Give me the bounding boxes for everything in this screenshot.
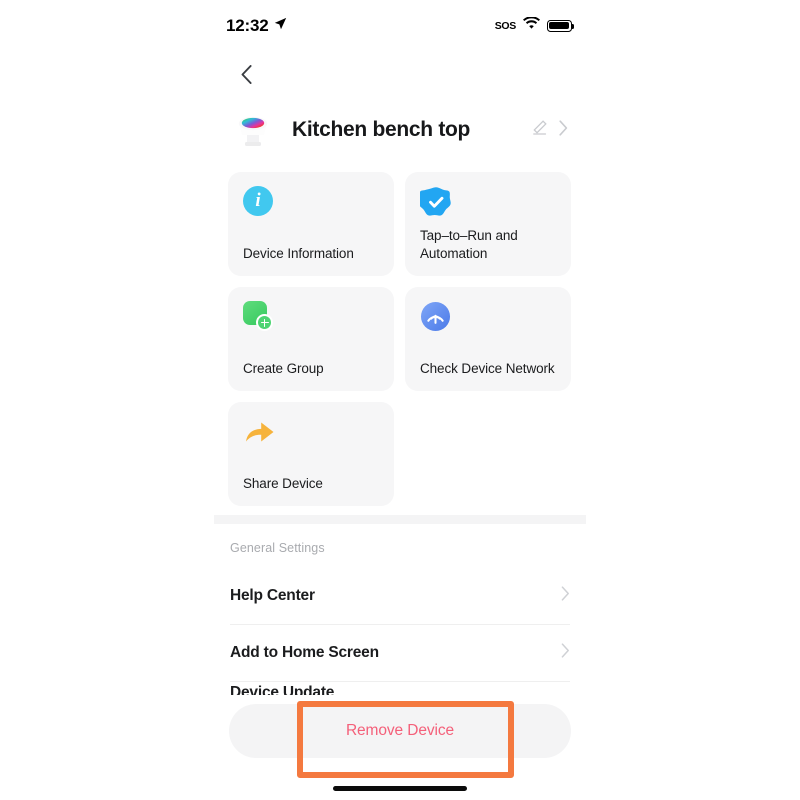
chevron-right-icon — [561, 643, 570, 663]
remove-device-container: Remove Device — [214, 704, 586, 758]
card-label: Share Device — [243, 476, 323, 491]
network-signal-icon — [420, 301, 452, 333]
feature-card-grid: i Device Information Tap–to–Run and Auto… — [228, 172, 572, 506]
pencil-edit-icon[interactable] — [531, 119, 548, 141]
settings-rows: Help Center Add to Home Screen — [214, 568, 586, 682]
location-arrow-icon — [274, 17, 287, 35]
create-group-plus-icon — [243, 301, 275, 333]
row-partially-visible[interactable]: Device Update — [230, 684, 334, 695]
battery-full-icon — [547, 19, 575, 33]
card-label: Tap–to–Run and Automation — [420, 228, 518, 261]
card-label: Create Group — [243, 361, 324, 376]
card-label: Check Device Network — [420, 361, 555, 376]
phone-screen: 12:32 SOS Kitchen bench top i Device Inf… — [214, 0, 586, 800]
section-title-general-settings: General Settings — [230, 541, 325, 555]
sos-label: SOS — [494, 19, 517, 32]
device-header-actions — [531, 119, 568, 141]
status-bar-indicators: SOS — [494, 16, 575, 35]
chevron-left-icon — [241, 64, 252, 84]
remove-device-button[interactable]: Remove Device — [229, 704, 571, 758]
row-help-center[interactable]: Help Center — [230, 568, 570, 625]
rgb-downlight-icon — [231, 108, 275, 152]
card-create-group[interactable]: Create Group — [228, 287, 394, 391]
card-label: Device Information — [243, 246, 354, 261]
row-label: Add to Home Screen — [230, 644, 379, 661]
card-device-information[interactable]: i Device Information — [228, 172, 394, 276]
card-check-device-network[interactable]: Check Device Network — [405, 287, 571, 391]
wifi-icon — [523, 16, 540, 35]
share-arrow-icon — [243, 416, 275, 448]
card-share-device[interactable]: Share Device — [228, 402, 394, 506]
device-header[interactable]: Kitchen bench top — [214, 104, 586, 156]
info-circle-icon: i — [243, 186, 275, 218]
row-label: Help Center — [230, 587, 315, 604]
section-divider — [214, 515, 586, 524]
chevron-right-icon — [561, 586, 570, 606]
row-add-to-home-screen[interactable]: Add to Home Screen — [230, 625, 570, 682]
card-tap-to-run-and-automation[interactable]: Tap–to–Run and Automation — [405, 172, 571, 276]
home-indicator — [333, 786, 467, 791]
status-bar-time: 12:32 — [226, 16, 269, 35]
nav-bar — [214, 55, 586, 93]
chevron-right-icon[interactable] — [559, 119, 568, 141]
back-button[interactable] — [231, 59, 261, 89]
device-name: Kitchen bench top — [292, 118, 471, 141]
shield-check-icon — [420, 186, 452, 218]
status-bar: 12:32 SOS — [214, 12, 586, 40]
